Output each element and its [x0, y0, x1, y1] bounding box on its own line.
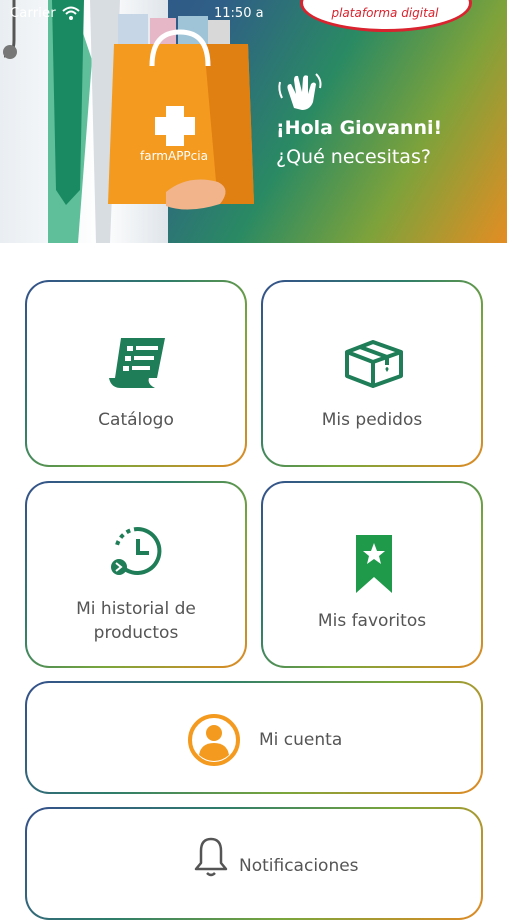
bookmark-star-icon [356, 535, 392, 593]
wifi-icon [62, 6, 80, 20]
mi-cuenta-label: Mi cuenta [259, 730, 343, 750]
package-box-icon [345, 340, 403, 388]
mis-favoritos-button[interactable]: Mis favoritos [261, 481, 483, 668]
question-text: ¿Qué necesitas? [276, 146, 431, 168]
catalogo-label: Catálogo [98, 410, 174, 430]
mis-pedidos-label: Mis pedidos [321, 410, 423, 430]
shopping-bag-illustration [108, 14, 254, 210]
mis-pedidos-button[interactable]: Mis pedidos [261, 280, 483, 467]
mi-historial-label-1: Mi historial de [76, 599, 196, 619]
waving-hand-icon [278, 73, 322, 110]
hero-banner: Carrier 11:50 a plataforma digital farmA… [0, 0, 507, 243]
mi-historial-button[interactable]: Mi historial de productos [25, 481, 247, 668]
mis-favoritos-label: Mis favoritos [317, 611, 427, 631]
status-carrier: Carrier [10, 6, 56, 21]
notificaciones-label: Notificaciones [239, 856, 359, 876]
brand-logo-text: plataforma digital [331, 6, 439, 20]
greeting-text: ¡Hola Giovanni! [276, 117, 443, 139]
user-avatar-icon [188, 714, 240, 766]
catalog-document-icon [109, 338, 165, 388]
bag-label: farmAPPcia [140, 149, 208, 163]
clock-history-icon [111, 527, 162, 575]
notificaciones-button[interactable]: Notificaciones [25, 807, 483, 920]
catalogo-button[interactable]: Catálogo [25, 280, 247, 467]
mi-cuenta-button[interactable]: Mi cuenta [25, 681, 483, 794]
bell-icon [194, 837, 228, 877]
mi-historial-label-2: productos [93, 623, 179, 643]
